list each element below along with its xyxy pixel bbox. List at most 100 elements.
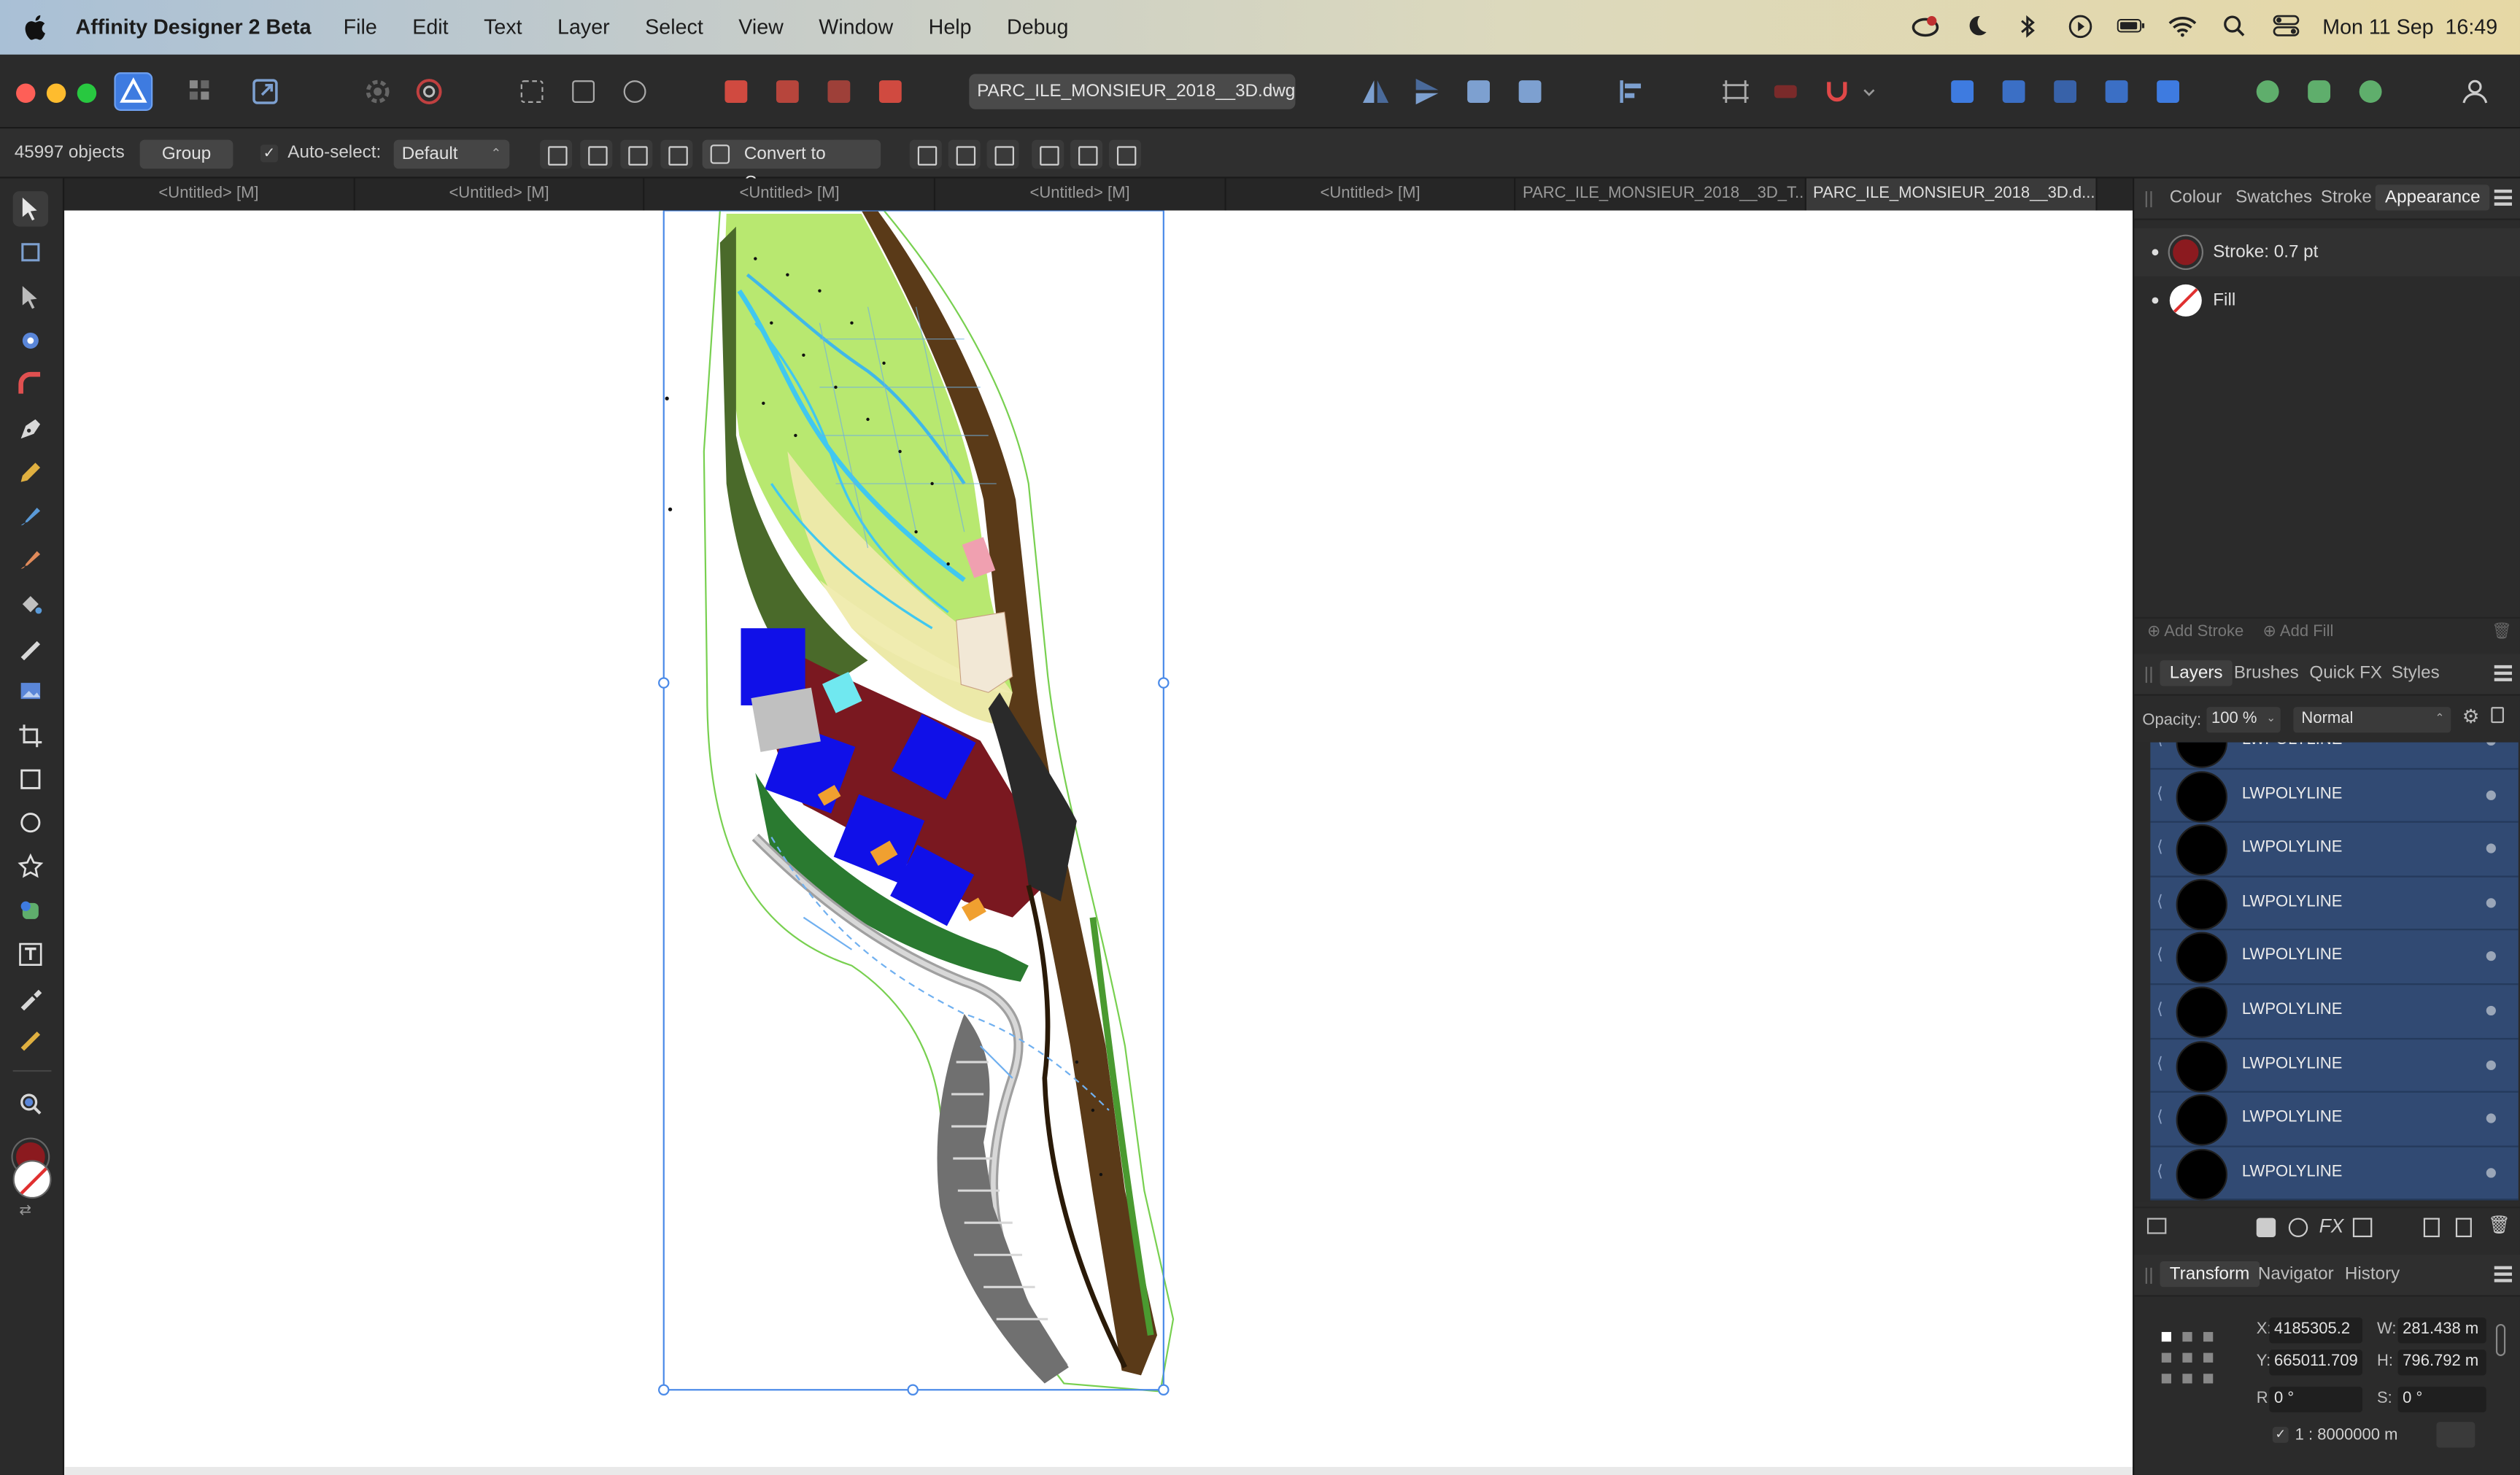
menu-window[interactable]: Window xyxy=(819,15,893,39)
arrange-distribute-icon[interactable] xyxy=(2149,72,2187,111)
control-center-icon[interactable] xyxy=(2271,11,2300,40)
insert-front-icon[interactable] xyxy=(2351,72,2390,111)
layer-row[interactable]: ⟨ LWPOLYLINE xyxy=(2150,985,2519,1040)
align-middle-ctx-icon[interactable] xyxy=(1070,139,1103,169)
document-tab[interactable]: <Untitled> [M] xyxy=(935,178,1226,211)
align-bottom-ctx-icon[interactable] xyxy=(1108,139,1141,169)
fill-color-swatch-icon[interactable] xyxy=(12,1160,52,1199)
snapping-grid-icon[interactable] xyxy=(1717,72,1755,111)
layer-row[interactable]: ⟨ LWPOLYLINE xyxy=(2150,742,2519,770)
wifi-icon[interactable] xyxy=(2168,11,2198,40)
transform-center-icon[interactable] xyxy=(540,139,573,169)
node-tool-icon[interactable] xyxy=(13,279,48,314)
visibility-dot-icon[interactable] xyxy=(2486,1059,2496,1070)
layer-row[interactable]: ⟨ LWPOLYLINE xyxy=(2150,1093,2519,1147)
layer-copy-icon[interactable] xyxy=(2146,1217,2167,1234)
zoom-window-button[interactable] xyxy=(77,83,97,103)
visibility-dot-icon[interactable] xyxy=(2152,297,2159,304)
flip-vertical-icon[interactable] xyxy=(1408,72,1447,111)
selection-box-icon[interactable] xyxy=(564,72,603,111)
panel-grip-icon[interactable] xyxy=(2145,1267,2152,1284)
visibility-dot-icon[interactable] xyxy=(2486,1005,2496,1016)
tab-transform[interactable]: Transform xyxy=(2160,1261,2260,1288)
swap-colors-icon[interactable]: ⇄ xyxy=(19,1202,31,1220)
x-field[interactable]: 4185305.2 xyxy=(2269,1317,2363,1344)
app-name-menu[interactable]: Affinity Designer 2 Beta xyxy=(76,15,312,39)
menu-text[interactable]: Text xyxy=(484,15,522,39)
menu-select[interactable]: Select xyxy=(645,15,703,39)
place-image-tool-icon[interactable] xyxy=(13,673,48,708)
adjustment-icon[interactable] xyxy=(2288,1217,2308,1238)
boolean-add-icon[interactable] xyxy=(716,72,755,111)
transform-options-icon[interactable] xyxy=(2436,1422,2475,1448)
menu-edit[interactable]: Edit xyxy=(412,15,448,39)
menu-view[interactable]: View xyxy=(738,15,784,39)
rectangle-tool-icon[interactable] xyxy=(13,762,48,797)
convert-to-curves-button[interactable]: Convert to Curves xyxy=(702,139,881,193)
add-layer-icon[interactable] xyxy=(2423,1217,2440,1238)
account-icon[interactable] xyxy=(2456,72,2494,111)
expand-layer-icon[interactable]: ⟨ xyxy=(2157,947,2163,964)
shape-tool-icon[interactable] xyxy=(13,894,48,929)
snapping-settings-icon[interactable] xyxy=(410,72,449,111)
panel-grip-icon[interactable] xyxy=(2145,667,2152,684)
panel-menu-icon[interactable] xyxy=(2494,189,2512,206)
insert-behind-icon[interactable] xyxy=(2300,72,2338,111)
arrange-front-icon[interactable] xyxy=(1943,72,1982,111)
menu-layer[interactable]: Layer xyxy=(557,15,610,39)
group-layers-icon[interactable] xyxy=(2352,1217,2373,1238)
vector-brush-tool-icon[interactable] xyxy=(13,498,48,533)
crop-tool-icon[interactable] xyxy=(13,719,48,754)
visibility-dot-icon[interactable] xyxy=(2486,789,2496,800)
artboard-tool-icon[interactable] xyxy=(13,235,48,270)
appearance-stroke-row[interactable]: Stroke: 0.7 pt xyxy=(2134,228,2520,276)
transparency-tool-icon[interactable] xyxy=(13,630,48,665)
moon-icon[interactable] xyxy=(1963,11,1992,40)
site-plan-drawing[interactable] xyxy=(64,210,2133,1475)
arrange-back-icon[interactable] xyxy=(2098,72,2136,111)
tab-layers[interactable]: Layers xyxy=(2160,660,2233,686)
flip-horizontal-icon[interactable] xyxy=(1356,72,1395,111)
magnet-dropdown-icon[interactable] xyxy=(1858,72,1880,111)
insert-inside-icon[interactable] xyxy=(2249,72,2287,111)
visibility-dot-icon[interactable] xyxy=(2486,897,2496,908)
corner-tool-icon[interactable] xyxy=(13,366,48,401)
align-right-ctx-icon[interactable] xyxy=(986,139,1019,169)
transform-origin-icon[interactable] xyxy=(616,72,654,111)
expand-layer-icon[interactable]: ⟨ xyxy=(2157,743,2163,749)
pixel-persona-icon[interactable] xyxy=(182,72,220,111)
measure-tool-icon[interactable] xyxy=(13,1023,48,1058)
zoom-tool-icon[interactable] xyxy=(13,1086,48,1121)
search-icon[interactable] xyxy=(2219,11,2249,40)
document-tab[interactable]: <Untitled> [M] xyxy=(64,178,355,211)
layer-row[interactable]: ⟨ LWPOLYLINE xyxy=(2150,823,2519,878)
boolean-xor-icon[interactable] xyxy=(871,72,910,111)
creative-cloud-icon[interactable] xyxy=(1911,11,1940,40)
visibility-dot-icon[interactable] xyxy=(2486,843,2496,853)
layer-row[interactable]: ⟨ LWPOLYLINE xyxy=(2150,1039,2519,1093)
arrange-backward-icon[interactable] xyxy=(2046,72,2084,111)
scale-stroke-icon[interactable] xyxy=(580,139,613,169)
align-left-icon[interactable] xyxy=(1612,72,1650,111)
align-top-ctx-icon[interactable] xyxy=(1032,139,1064,169)
mask-icon[interactable] xyxy=(2256,1217,2276,1238)
visibility-dot-icon[interactable] xyxy=(2486,1167,2496,1178)
tab-quick-fx[interactable]: Quick FX xyxy=(2309,664,2382,683)
point-transform-tool-icon[interactable] xyxy=(13,323,48,358)
tab-colour[interactable]: Colour xyxy=(2170,188,2222,207)
lock-children-icon[interactable] xyxy=(620,139,653,169)
grid-icon[interactable] xyxy=(660,139,693,169)
w-field[interactable]: 281.438 m xyxy=(2397,1317,2486,1344)
menu-file[interactable]: File xyxy=(344,15,377,39)
align-center-ctx-icon[interactable] xyxy=(948,139,981,169)
document-tab-active[interactable]: PARC_ILE_MONSIEUR_2018__3D.d... xyxy=(1806,178,2098,211)
ellipse-tool-icon[interactable] xyxy=(13,805,48,840)
gear-icon[interactable] xyxy=(358,72,397,111)
move-tool-icon[interactable] xyxy=(12,191,49,227)
rotate-left-icon[interactable] xyxy=(1459,72,1498,111)
export-persona-icon[interactable] xyxy=(246,72,285,111)
blend-mode-dropdown[interactable]: Normal ⌃ xyxy=(2293,707,2451,733)
apple-logo-icon[interactable] xyxy=(24,13,50,42)
document-title-field[interactable]: PARC_ILE_MONSIEUR_2018__3D.dwg (1939 xyxy=(969,74,1296,109)
boolean-intersect-icon[interactable] xyxy=(819,72,858,111)
